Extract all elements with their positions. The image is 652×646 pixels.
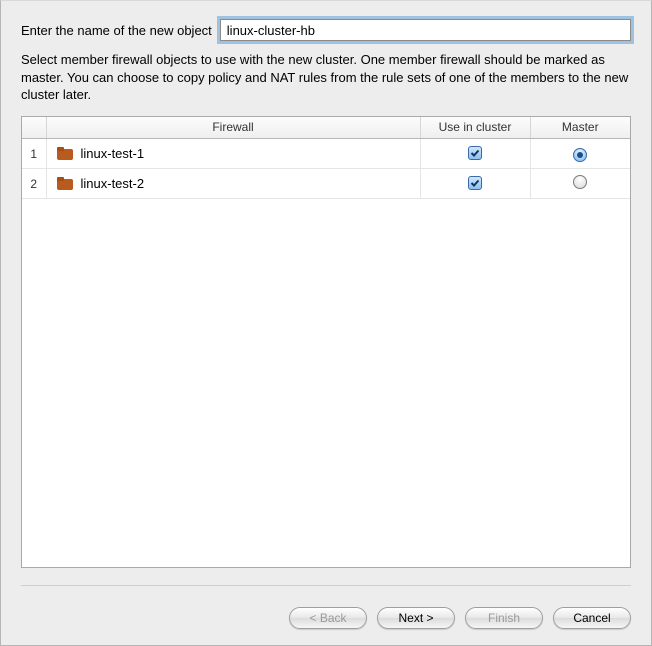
use-in-cluster-checkbox[interactable] bbox=[468, 176, 482, 190]
master-radio[interactable] bbox=[573, 148, 587, 162]
object-name-input[interactable] bbox=[220, 19, 631, 41]
firewall-name: linux-test-2 bbox=[81, 176, 145, 191]
table-row: 2 linux-test-2 bbox=[22, 169, 630, 199]
back-button[interactable]: < Back bbox=[289, 607, 367, 629]
name-row: Enter the name of the new object bbox=[21, 19, 631, 41]
master-cell bbox=[530, 169, 630, 199]
folder-icon bbox=[57, 147, 73, 160]
button-bar: < Back Next > Finish Cancel bbox=[21, 585, 631, 629]
master-radio[interactable] bbox=[573, 175, 587, 189]
col-header-index bbox=[22, 117, 46, 139]
firewall-cell[interactable]: linux-test-2 bbox=[46, 169, 420, 199]
table-header-row: Firewall Use in cluster Master bbox=[22, 117, 630, 139]
firewall-table: Firewall Use in cluster Master 1 linux-te… bbox=[21, 116, 631, 568]
use-in-cluster-cell bbox=[420, 169, 530, 199]
col-header-use: Use in cluster bbox=[420, 117, 530, 139]
name-label: Enter the name of the new object bbox=[21, 23, 212, 38]
table-row: 1 linux-test-1 bbox=[22, 139, 630, 169]
firewall-name: linux-test-1 bbox=[81, 146, 145, 161]
row-index: 1 bbox=[22, 139, 46, 169]
folder-icon bbox=[57, 177, 73, 190]
master-cell bbox=[530, 139, 630, 169]
use-in-cluster-checkbox[interactable] bbox=[468, 146, 482, 160]
description-text: Select member firewall objects to use wi… bbox=[21, 51, 631, 104]
use-in-cluster-cell bbox=[420, 139, 530, 169]
col-header-master: Master bbox=[530, 117, 630, 139]
row-index: 2 bbox=[22, 169, 46, 199]
finish-button[interactable]: Finish bbox=[465, 607, 543, 629]
cancel-button[interactable]: Cancel bbox=[553, 607, 631, 629]
firewall-cell[interactable]: linux-test-1 bbox=[46, 139, 420, 169]
col-header-firewall: Firewall bbox=[46, 117, 420, 139]
next-button[interactable]: Next > bbox=[377, 607, 455, 629]
wizard-dialog: Enter the name of the new object Select … bbox=[0, 0, 652, 646]
